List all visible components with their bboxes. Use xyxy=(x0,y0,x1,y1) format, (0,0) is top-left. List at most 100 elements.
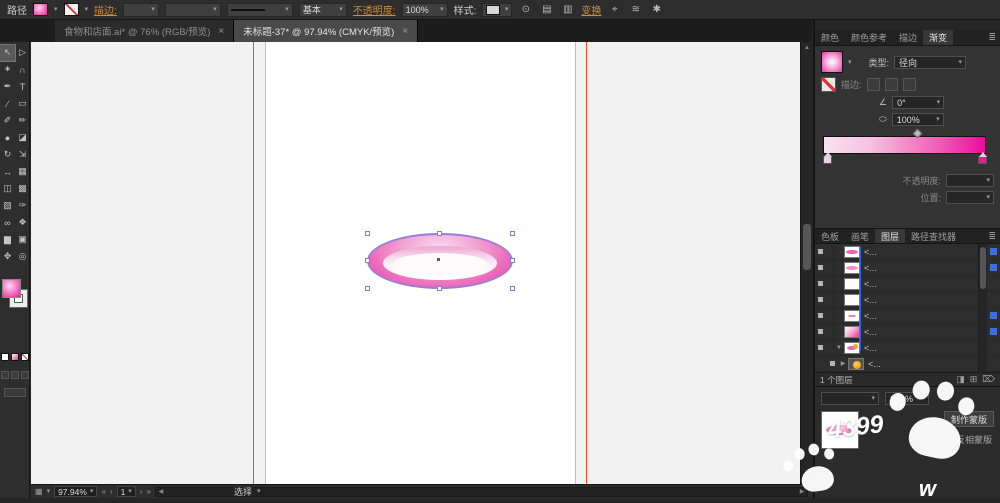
zoom-tool[interactable]: ◎ xyxy=(15,249,30,265)
gradient-button[interactable] xyxy=(10,353,19,361)
make-clipping-mask-icon[interactable]: ◨ xyxy=(956,374,965,385)
line-tool[interactable]: ∕ xyxy=(0,96,15,112)
tab-color[interactable]: 颜色 xyxy=(815,30,845,45)
layer-name[interactable]: <... xyxy=(864,279,974,289)
screen-mode-normal-button[interactable] xyxy=(0,371,9,379)
scroll-left-icon[interactable]: ◀ xyxy=(156,487,166,497)
stroke-style-field[interactable]: ▾ xyxy=(226,2,293,17)
style-swatch-field[interactable]: ▾ xyxy=(482,2,513,17)
selection-handle-top-left[interactable] xyxy=(365,231,370,236)
layer-name[interactable]: <... xyxy=(864,343,974,353)
paintbrush-tool[interactable]: ✐ xyxy=(0,113,15,129)
screen-mode-menu-button[interactable] xyxy=(10,371,19,379)
scroll-up-icon[interactable]: ▲ xyxy=(801,42,813,54)
expand-icon[interactable]: ▶ xyxy=(838,360,848,367)
selection-handle-middle-right[interactable] xyxy=(510,258,515,263)
stroke-along-icon[interactable] xyxy=(884,78,898,91)
mesh-tool[interactable]: ▩ xyxy=(15,181,30,197)
invert-mask-option[interactable]: 反相蒙版 xyxy=(943,433,992,446)
eyedropper-tool[interactable]: ✑ xyxy=(15,198,30,214)
scale-tool[interactable]: ⇲ xyxy=(15,147,30,163)
visibility-toggle[interactable] xyxy=(815,329,826,334)
document-tab-1[interactable]: 食物和店面.ai* @ 76% (RGB/预览) × xyxy=(55,20,235,42)
lock-toggle[interactable] xyxy=(826,323,834,340)
lock-toggle[interactable] xyxy=(826,339,834,356)
layer-name[interactable]: <... xyxy=(864,295,974,305)
pen-tool[interactable]: ✒ xyxy=(0,79,15,95)
gradient-tool[interactable]: ▧ xyxy=(0,198,15,214)
stroke-across-icon[interactable] xyxy=(902,78,916,91)
selection-column[interactable] xyxy=(986,323,999,340)
gradient-slider[interactable] xyxy=(823,128,992,168)
eraser-tool[interactable]: ◪ xyxy=(15,130,30,146)
layers-scrollbar[interactable] xyxy=(978,244,987,372)
width-profile-field[interactable]: 基本 ▾ xyxy=(298,2,347,17)
next-artboard-icon[interactable]: › xyxy=(140,487,143,496)
transform-panel-link[interactable]: 变换 xyxy=(581,2,601,17)
free-transform-tool[interactable]: ▦ xyxy=(15,164,30,180)
document-tab-2[interactable]: 未标题-37* @ 97.94% (CMYK/预览) × xyxy=(234,20,419,42)
close-icon[interactable]: × xyxy=(402,26,408,37)
selection-handle-bottom-right[interactable] xyxy=(510,286,515,291)
stroke-within-icon[interactable] xyxy=(866,78,880,91)
first-artboard-icon[interactable]: « xyxy=(101,487,105,496)
make-mask-button[interactable]: 制作蒙版 xyxy=(943,411,994,427)
tab-layers[interactable]: 图层 xyxy=(875,229,906,243)
layer-row[interactable]: <... ○ xyxy=(815,291,1000,308)
lock-toggle[interactable] xyxy=(826,291,834,308)
align-icon[interactable]: ▤ xyxy=(539,2,554,17)
selection-column[interactable] xyxy=(986,355,999,372)
tab-swatches[interactable]: 色板 xyxy=(815,229,845,243)
chevron-down-icon[interactable]: ▾ xyxy=(848,59,852,66)
blob-brush-tool[interactable]: ● xyxy=(0,130,15,146)
selection-column[interactable] xyxy=(986,275,999,292)
expand-icon[interactable]: ▼ xyxy=(834,345,844,351)
artboard-number-field[interactable]: 1 ▾ xyxy=(116,486,136,497)
shape-options-icon[interactable]: ≋ xyxy=(628,2,643,17)
horizontal-scrollbar[interactable]: ◀ 选择 ▾ ▶ xyxy=(154,486,808,497)
lasso-tool[interactable]: ∩ xyxy=(15,62,30,78)
stroke-panel-link[interactable]: 描边: xyxy=(94,2,117,17)
direct-selection-tool[interactable]: ▷ xyxy=(15,45,30,61)
gradient-stop-right[interactable] xyxy=(978,152,987,164)
invert-mask-checkbox[interactable] xyxy=(943,435,952,444)
preferences-icon[interactable]: ✱ xyxy=(649,2,664,17)
rectangle-tool[interactable]: ▭ xyxy=(15,96,30,112)
visibility-toggle[interactable] xyxy=(827,361,838,366)
layer-row[interactable]: <... ○ xyxy=(815,275,1000,292)
layer-row[interactable]: ▼ <... ○ xyxy=(815,339,1000,356)
lock-toggle[interactable] xyxy=(826,275,834,292)
close-icon[interactable]: × xyxy=(218,26,224,37)
gradient-stop-left[interactable] xyxy=(823,152,832,164)
scroll-down-icon[interactable]: ▼ xyxy=(801,472,813,484)
recolor-artwork-icon[interactable]: ⊙ xyxy=(518,2,533,17)
selection-column[interactable] xyxy=(986,259,999,276)
layer-name[interactable]: <... xyxy=(864,247,974,257)
scroll-right-icon[interactable]: ▶ xyxy=(797,487,807,497)
fill-swatch[interactable] xyxy=(2,279,21,298)
gradient-ramp[interactable] xyxy=(823,136,986,154)
transparency-opacity-field[interactable]: 100% ▾ xyxy=(885,392,929,405)
layer-name[interactable]: <... xyxy=(864,327,974,337)
gradient-angle-field[interactable]: 0° ▾ xyxy=(892,96,945,109)
gradient-preview-swatch[interactable] xyxy=(821,51,843,73)
shape-builder-tool[interactable]: ◫ xyxy=(0,181,15,197)
visibility-toggle[interactable] xyxy=(815,265,826,270)
fill-color-swatch[interactable] xyxy=(33,3,48,16)
blend-tool[interactable]: ∞ xyxy=(0,215,15,231)
rotate-tool[interactable]: ↻ xyxy=(0,147,15,163)
last-artboard-icon[interactable]: » xyxy=(146,487,150,496)
plate-highlight-ellipse[interactable] xyxy=(393,253,487,275)
panel-menu-icon[interactable]: ≣ xyxy=(984,30,1000,45)
vertical-scroll-thumb[interactable] xyxy=(803,224,811,270)
blend-mode-select[interactable]: ▾ xyxy=(821,392,879,405)
vertical-scrollbar[interactable]: ▲ ▼ xyxy=(800,42,812,484)
selection-handle-bottom-left[interactable] xyxy=(365,286,370,291)
distribute-icon[interactable]: ▥ xyxy=(560,2,575,17)
tab-gradient[interactable]: 渐变 xyxy=(923,30,954,45)
tab-pathfinder[interactable]: 路径查找器 xyxy=(905,229,962,243)
visibility-toggle[interactable] xyxy=(815,281,826,286)
stop-location-field[interactable]: ▾ xyxy=(946,191,994,204)
color-button[interactable] xyxy=(0,353,9,361)
center-anchor-point[interactable] xyxy=(437,258,440,261)
